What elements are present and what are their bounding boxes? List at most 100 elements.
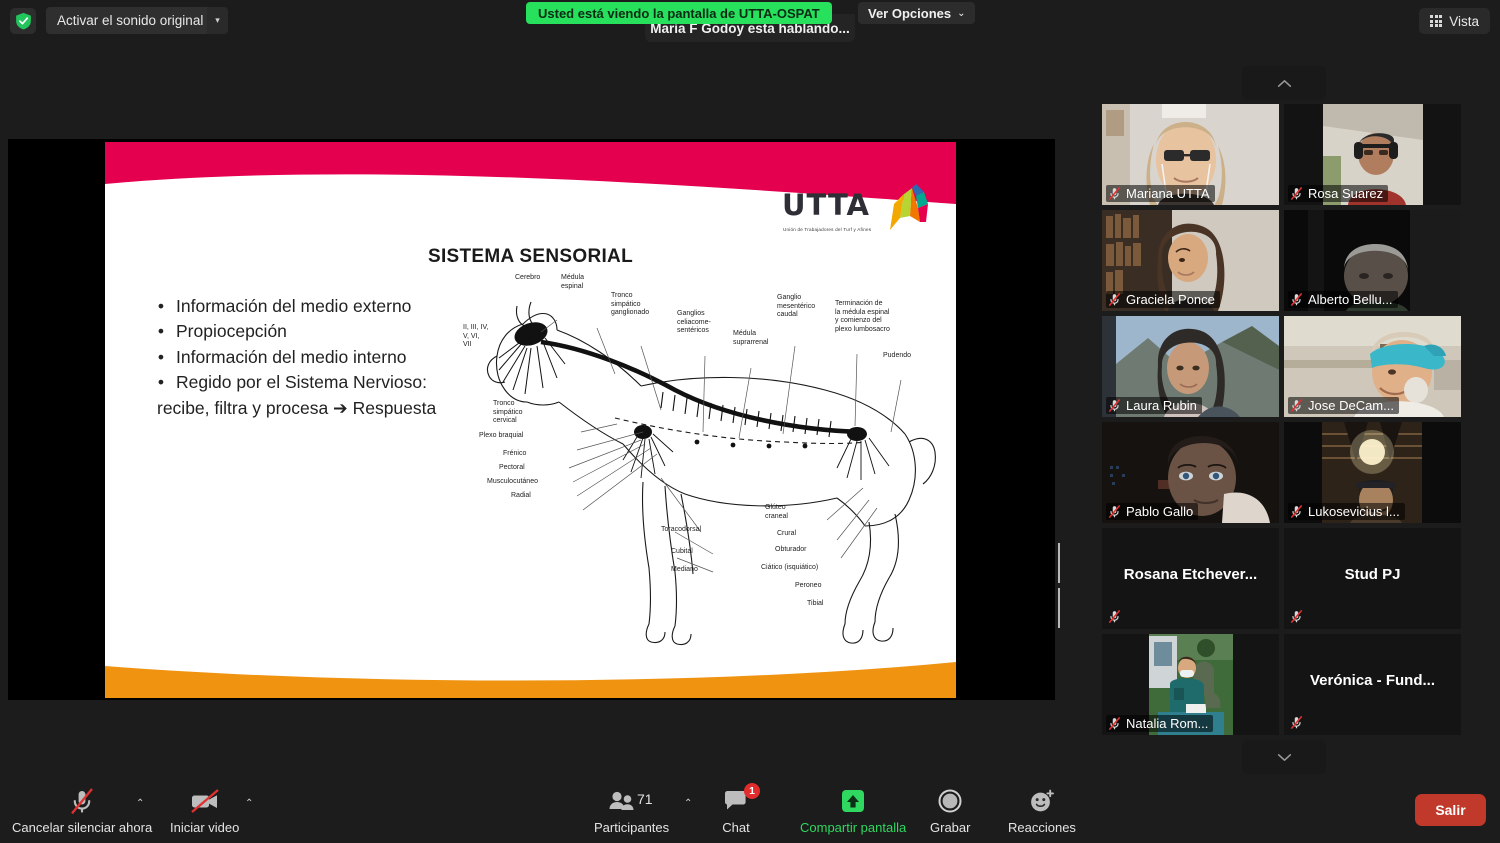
participant-name: Natalia Rom...: [1126, 716, 1208, 731]
participant-name: Graciela Ponce: [1126, 292, 1215, 307]
participant-tile[interactable]: Pablo Gallo: [1102, 422, 1279, 523]
utta-wordmark: UTTA: [782, 188, 870, 222]
record-button[interactable]: Grabar: [930, 787, 970, 835]
participant-nametag: [1288, 714, 1308, 731]
diagram-label: Pudendo: [883, 352, 911, 361]
view-options-button[interactable]: Ver Opciones ⌄: [858, 2, 975, 24]
audio-options-caret[interactable]: ⌃: [136, 798, 144, 809]
panel-scroll-down-button[interactable]: [1242, 740, 1326, 774]
diagram-label: Toracodorsal: [661, 526, 701, 535]
bullet-text: Regido por el Sistema Nervioso:: [176, 370, 427, 395]
microphone-muted-icon: [1108, 186, 1121, 201]
microphone-muted-icon: [1290, 609, 1303, 624]
share-screen-up-arrow-icon: [800, 787, 906, 815]
participant-tile[interactable]: Laura Rubin: [1102, 316, 1279, 417]
participant-nametag: Rosa Suarez: [1288, 185, 1388, 202]
panel-scroll-up-button[interactable]: [1242, 66, 1326, 100]
mute-button[interactable]: Cancelar silenciar ahora: [12, 787, 152, 835]
participant-tile[interactable]: Rosana Etchever...: [1102, 528, 1279, 629]
diagram-label: Médula suprarrenal: [733, 330, 768, 347]
list-item: • Regido por el Sistema Nervioso:: [157, 370, 487, 395]
list-item: •Información del medio externo: [157, 294, 487, 319]
participants-count: 71: [637, 791, 653, 807]
record-label: Grabar: [930, 820, 970, 835]
microphone-muted-icon: [1108, 609, 1121, 624]
microphone-muted-icon: [1108, 716, 1121, 731]
diagram-label: Radial: [511, 492, 531, 501]
participant-tile[interactable]: Lukosevicius l...: [1284, 422, 1461, 523]
participants-options-caret[interactable]: ⌃: [684, 798, 692, 809]
diagram-label: Musculocutáneo: [487, 478, 538, 487]
participant-tile[interactable]: Verónica - Fund...: [1284, 634, 1461, 735]
microphone-muted-icon: [1108, 398, 1121, 413]
shared-screen-stage: UTTA Unión de Trabajadores del Turf y Af…: [8, 139, 1055, 700]
participant-tile[interactable]: Graciela Ponce: [1102, 210, 1279, 311]
bullet-text: Información del medio externo: [176, 294, 411, 319]
participant-tile[interactable]: Stud PJ: [1284, 528, 1461, 629]
chat-unread-badge: 1: [744, 783, 760, 799]
zoom-meeting-window: Activar el sonido original ▾ Maria F God…: [0, 0, 1500, 843]
share-screen-label: Compartir pantalla: [800, 820, 906, 835]
chevron-down-icon: [1277, 753, 1292, 762]
participant-nametag: Natalia Rom...: [1106, 715, 1213, 732]
list-item: •Propiocepción: [157, 319, 487, 344]
diagram-label: Pectoral: [499, 464, 525, 473]
diagram-label: Ganglios celiacome- sentéricos: [677, 310, 711, 336]
diagram-label: Frénico: [503, 450, 526, 459]
bullet-dot-icon: •: [157, 370, 165, 395]
smiley-plus-icon: [1008, 787, 1076, 815]
participant-nametag: Jose DeCam...: [1288, 397, 1399, 414]
participant-tile[interactable]: Rosa Suarez: [1284, 104, 1461, 205]
start-video-label: Iniciar video: [170, 820, 239, 835]
diagram-label: Cubital: [671, 548, 693, 557]
view-options-label: Ver Opciones: [868, 6, 951, 21]
chat-bubble-icon: 1: [722, 787, 750, 815]
diagram-label: Tibial: [807, 600, 823, 609]
slide-title: SISTEMA SENSORIAL: [105, 246, 956, 268]
utta-horse-head-icon: [870, 178, 932, 230]
participants-video-panel: Mariana UTTA: [1096, 60, 1492, 780]
diagram-label: Ciático (isquiático): [761, 564, 818, 573]
participants-button[interactable]: 71 Participantes: [594, 787, 669, 835]
chevron-down-icon: ⌄: [957, 8, 965, 19]
bullet-text: Información del medio interno: [176, 345, 407, 370]
original-sound-button[interactable]: Activar el sonido original: [46, 7, 214, 34]
chevron-down-icon: ▾: [215, 15, 220, 26]
participant-name: Alberto Bellu...: [1308, 292, 1393, 307]
microphone-muted-icon: [1108, 504, 1121, 519]
microphone-muted-icon: [1290, 292, 1303, 307]
people-icon: 71: [594, 787, 669, 815]
shared-screen-scroll-handle[interactable]: [1058, 543, 1065, 583]
diagram-label: Mediano: [671, 566, 698, 575]
reactions-button[interactable]: Reacciones: [1008, 787, 1076, 835]
chat-button[interactable]: 1 Chat: [722, 787, 750, 835]
participant-tile[interactable]: Alberto Bellu...: [1284, 210, 1461, 311]
participant-name: Stud PJ: [1284, 566, 1461, 583]
original-sound-dropdown-caret[interactable]: ▾: [207, 7, 228, 34]
utta-subtitle: Unión de Trabajadores del Turf y Afines: [783, 227, 871, 232]
participant-tile[interactable]: Jose DeCam...: [1284, 316, 1461, 417]
diagram-label: Cerebro: [515, 274, 540, 283]
equine-nervous-system-diagram: Cerebro Médula espinal Tronco simpático …: [465, 282, 945, 662]
start-video-button[interactable]: Iniciar video: [170, 787, 239, 835]
participant-tile-grid: Mariana UTTA: [1102, 104, 1486, 735]
top-bar: Activar el sonido original ▾ Maria F God…: [0, 0, 1500, 40]
participants-label: Participantes: [594, 820, 669, 835]
participant-tile[interactable]: Mariana UTTA: [1102, 104, 1279, 205]
chevron-up-icon: ⌃: [684, 798, 692, 809]
participant-name: Mariana UTTA: [1126, 186, 1210, 201]
diagram-label: Tronco simpático cervical: [493, 400, 523, 426]
bullet-continuation-text: recibe, filtra y procesa ➔ Respuesta: [157, 396, 487, 421]
original-sound-label: Activar el sonido original: [57, 13, 203, 28]
security-shield-button[interactable]: [10, 8, 36, 34]
video-options-caret[interactable]: ⌃: [245, 798, 253, 809]
list-item: •Información del medio interno: [157, 345, 487, 370]
share-screen-button[interactable]: Compartir pantalla: [800, 787, 906, 835]
leave-meeting-button[interactable]: Salir: [1415, 794, 1486, 826]
participant-tile[interactable]: Natalia Rom...: [1102, 634, 1279, 735]
view-layout-button[interactable]: Vista: [1419, 8, 1490, 34]
participant-name: Rosa Suarez: [1308, 186, 1383, 201]
microphone-muted-icon: [1290, 504, 1303, 519]
screen-share-banner: Usted está viendo la pantalla de UTTA-OS…: [526, 2, 832, 24]
participant-nametag: Laura Rubin: [1106, 397, 1202, 414]
